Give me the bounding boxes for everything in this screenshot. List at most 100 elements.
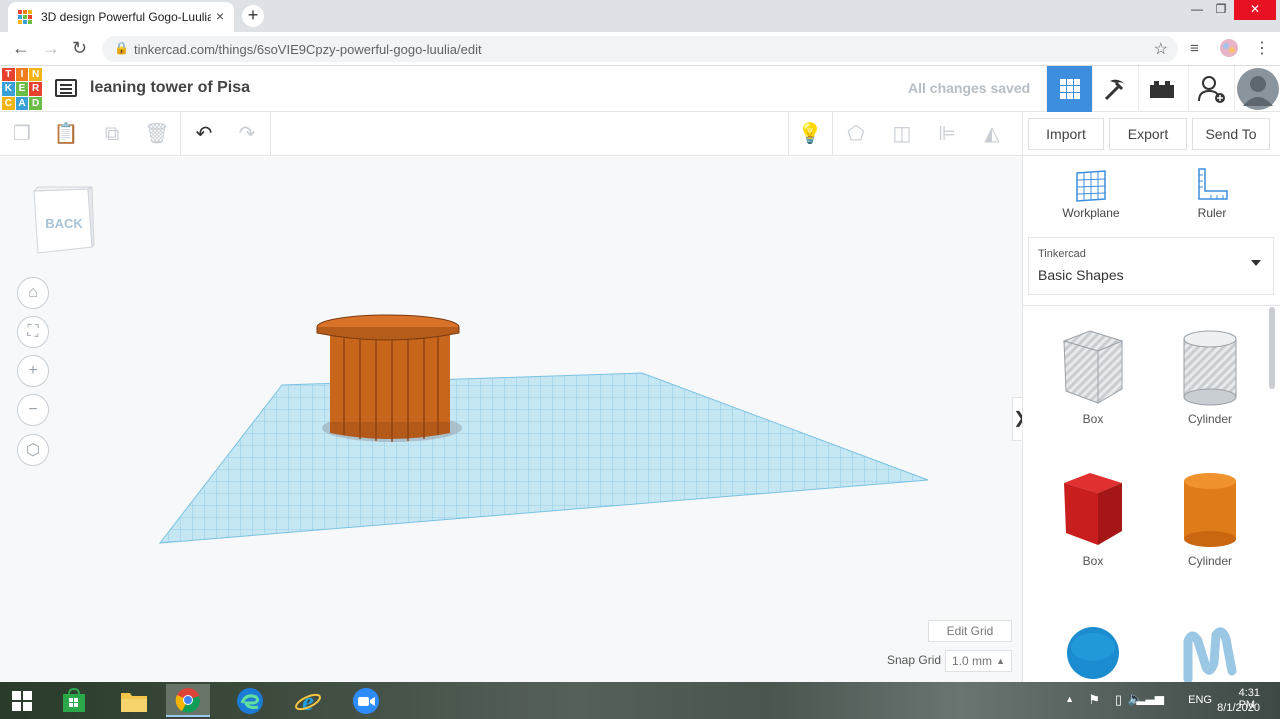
3d-view-button[interactable] [1046,66,1092,112]
save-status: All changes saved [908,80,1031,96]
logo-letter: K [2,82,15,96]
striped-box-icon [1062,330,1124,404]
media-queue-icon[interactable]: ≡ [1190,40,1199,57]
redo-icon[interactable]: ↷ [233,120,261,148]
taskbar-internet-explorer[interactable]: e [286,684,330,717]
reload-icon[interactable]: ↻ [72,38,87,59]
logo-letter: R [29,82,42,96]
logo-letter: N [29,68,42,82]
extension-icon[interactable] [1218,37,1240,64]
striped-cylinder-icon [1183,330,1237,406]
snap-grid-label: Snap Grid [887,653,942,667]
store-icon [63,687,85,712]
browser-menu-icon[interactable]: ⋮ [1254,38,1270,58]
snap-grid-select[interactable]: 1.0 mm ▲ [945,650,1012,672]
shape-label: Box [1082,554,1104,568]
avatar[interactable] [1234,66,1280,112]
red-box-icon [1064,473,1122,545]
taskbar-chrome[interactable] [166,684,210,717]
workplane-icon [1076,170,1106,202]
ruler-tool[interactable]: Ruler [1167,167,1257,220]
ungroup-icon[interactable]: ◫ [888,120,916,148]
network-flag-icon[interactable]: ⚑ [1088,692,1100,708]
browser-tab[interactable]: 3D design Powerful Gogo-Luulia × [8,2,234,32]
taskbar-zoom[interactable] [344,684,388,717]
taskbar-edge[interactable] [228,684,272,717]
shape-label: Box [1082,412,1104,426]
start-button[interactable] [0,684,44,717]
forward-arrow-icon[interactable]: → [42,38,60,59]
mirror-icon[interactable]: ◭ [978,120,1006,148]
tinkercad-favicon-icon [18,10,32,24]
bookmark-star-icon[interactable]: ☆ [1154,39,1168,59]
add-user-button[interactable] [1188,66,1234,112]
group-icon[interactable]: ⬠ [842,120,870,148]
shape-box[interactable]: Box [1043,469,1143,568]
address-bar-row: ← → ↻ 🔒 tinkercad.com/things/6soVIE9Cpzy… [0,32,1280,66]
shape-label: Cylinder [1187,554,1232,568]
shape-cylinder[interactable]: Cylinder [1160,469,1260,568]
tinkercad-logo[interactable]: T I N K E R C A D [2,68,42,110]
device-icon[interactable]: ▯ [1115,692,1122,708]
shape-library-select[interactable]: Tinkercad Basic Shapes [1028,237,1274,295]
lock-icon: 🔒 [114,41,129,55]
codeblocks-button[interactable] [1092,66,1138,112]
tinkercad-header: T I N K E R C A D leaning tower of Pisa … [0,66,1280,112]
library-name: Basic Shapes [1038,267,1124,283]
shape-box-hole[interactable]: Box [1043,327,1143,426]
svg-text:e: e [302,687,314,715]
panel-scrollbar[interactable] [1269,307,1275,389]
tab-title: 3D design Powerful Gogo-Luulia [41,10,211,24]
browser-tab-bar: 3D design Powerful Gogo-Luulia × + — ❐ ✕ [0,0,1280,32]
workplane-scene[interactable] [0,157,1022,682]
tray-overflow-icon[interactable]: ▲ [1065,694,1074,704]
scribble-icon [1183,627,1237,682]
action-toolbar: Import Export Send To [1022,112,1280,156]
align-icon[interactable]: ⊫ [933,120,961,148]
clock-date[interactable]: 8/1/2020 [1217,702,1260,714]
shapes-panel: Workplane Ruler Tinkercad Basic Shapes B… [1022,157,1280,682]
ruler-label: Ruler [1197,206,1227,220]
copy-icon[interactable]: ❐ [8,120,36,148]
language-indicator[interactable]: ENG [1188,694,1212,706]
avatar-icon [1236,68,1279,110]
url-omnibox[interactable]: 🔒 tinkercad.com/things/6soVIE9Cpzy-power… [102,36,1178,62]
cylinder-object[interactable] [316,314,460,442]
lightbulb-icon[interactable]: 💡 [796,120,824,148]
add-user-icon [1197,76,1225,103]
shape-cylinder-hole[interactable]: Cylinder [1160,327,1260,426]
duplicate-icon[interactable]: ⧉ [98,120,126,148]
design-menu-icon[interactable] [55,79,77,97]
workplane-tool[interactable]: Workplane [1046,167,1136,220]
edge-icon [237,687,263,714]
logo-letter: D [29,96,42,110]
new-tab-button[interactable]: + [242,5,264,27]
logo-letter: T [2,68,15,82]
delete-icon[interactable]: 🗑 [143,120,171,148]
bricks-button[interactable] [1138,66,1184,112]
taskbar-store[interactable] [52,684,96,717]
collapse-panel-button[interactable]: ❯ [1012,397,1022,441]
chrome-icon [175,687,200,713]
export-button[interactable]: Export [1109,118,1187,150]
back-arrow-icon[interactable]: ← [12,38,30,59]
taskbar-file-explorer[interactable] [112,684,156,717]
url-text: tinkercad.com/things/6soVIE9Cpzy-powerfu… [134,42,482,57]
paste-icon[interactable]: 📋 [52,120,80,148]
tab-close-icon[interactable]: × [216,8,224,24]
3d-viewport[interactable]: BACK ⌂ ⛶ + − ⬡ Edit Grid Snap Grid 1.0 m… [0,157,1022,682]
close-window-button[interactable]: ✕ [1234,0,1276,20]
wifi-icon[interactable]: ▂▃▅ [1136,691,1164,705]
shape-label: Cylinder [1187,412,1232,426]
shape-sphere[interactable] [1043,623,1143,682]
send-to-button[interactable]: Send To [1192,118,1270,150]
pickaxe-icon [1104,79,1126,101]
ruler-icon [1198,168,1228,200]
shape-scribble[interactable] [1160,627,1260,682]
import-button[interactable]: Import [1028,118,1104,150]
library-source: Tinkercad [1038,248,1086,260]
design-title[interactable]: leaning tower of Pisa [90,79,250,97]
ie-icon: e [295,687,321,715]
edit-grid-button[interactable]: Edit Grid [928,620,1012,642]
undo-icon[interactable]: ↶ [190,120,218,148]
